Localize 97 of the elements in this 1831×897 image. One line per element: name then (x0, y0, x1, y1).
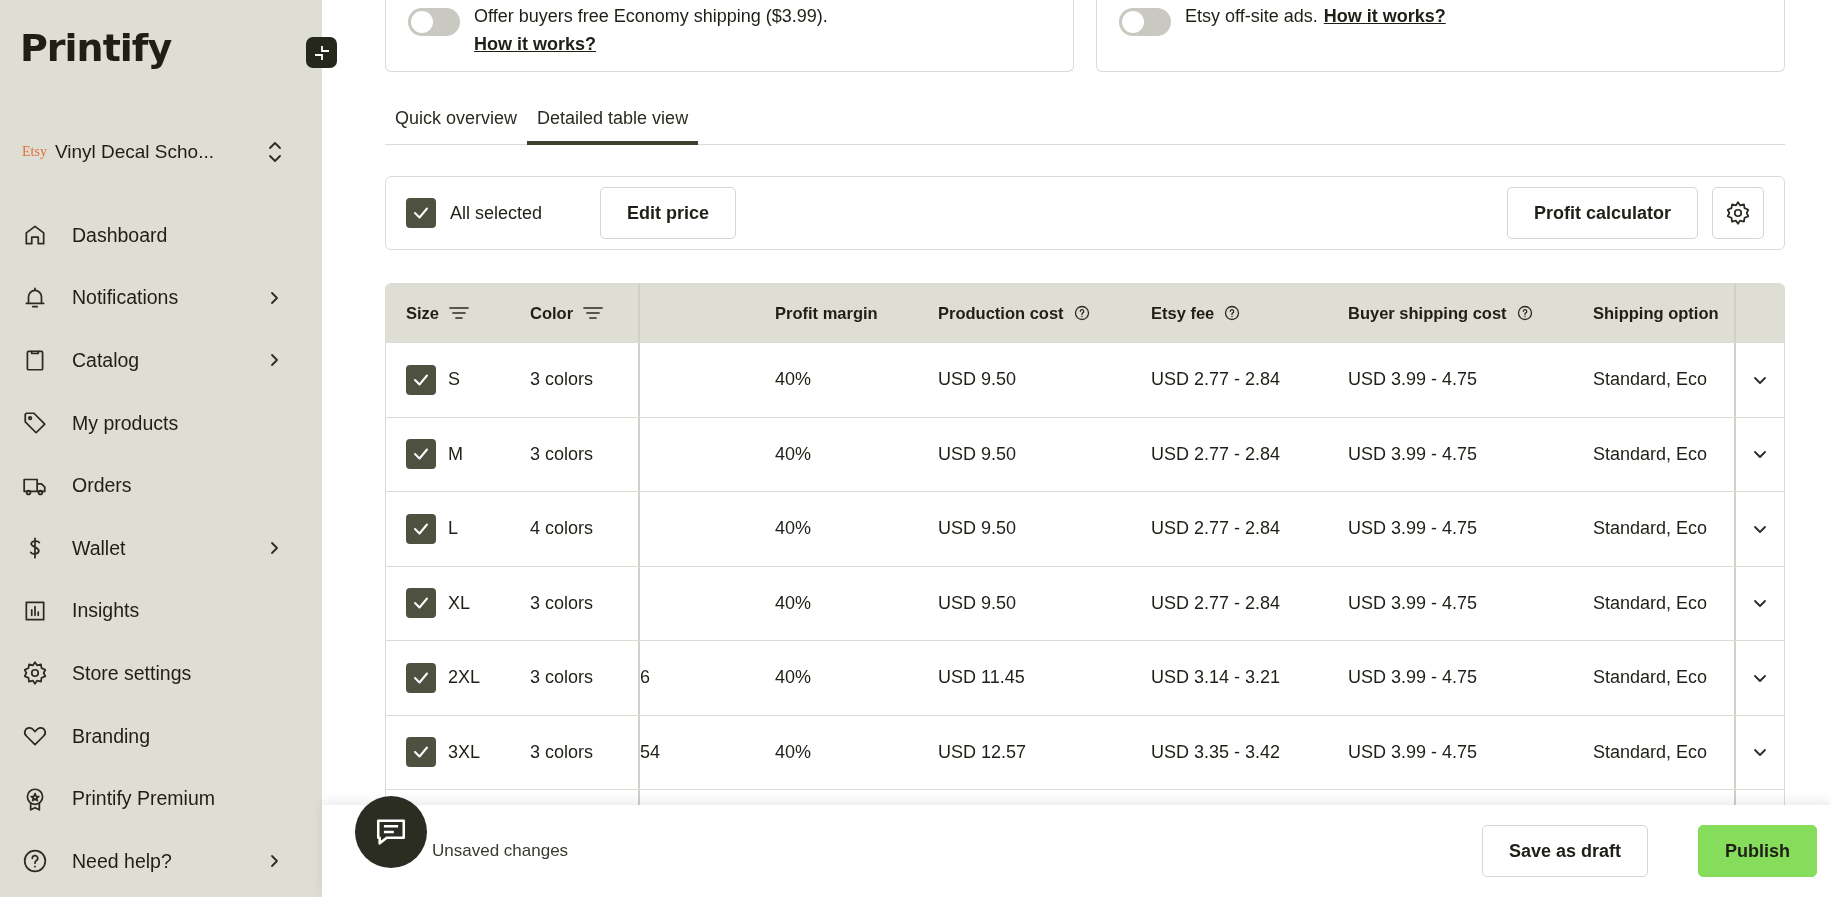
table-cell: L (448, 518, 458, 540)
nav-item[interactable]: Printify Premium (72, 787, 282, 811)
settings-icon (1725, 200, 1751, 226)
column-header: Buyer shipping cost (1348, 303, 1507, 323)
table-cell: USD 2.77 - 2.84 (1151, 518, 1281, 540)
help-icon (1073, 305, 1090, 321)
publish-button[interactable]: Publish (1698, 825, 1817, 877)
checkbox[interactable] (406, 662, 436, 693)
column-header: Profit margin (775, 303, 878, 323)
table-cell: 3 colors (530, 369, 594, 391)
table-cell: 40% (775, 443, 812, 465)
profit-calculator-button[interactable]: Profit calculator (1506, 187, 1698, 239)
nav-item[interactable]: Catalog (72, 349, 266, 372)
edit-price-button[interactable]: Edit price (600, 187, 737, 239)
table-cell: USD 12.57 (938, 741, 1027, 763)
table-cell: S (448, 369, 460, 391)
table-cell: USD 9.50 (938, 592, 1017, 614)
table-cell: USD 3.99 - 4.75 (1348, 741, 1478, 763)
table-cell: 6 (640, 667, 650, 689)
table-cell: 40% (775, 369, 812, 391)
table-cell: 3 colors (530, 667, 594, 689)
table-cell: USD 9.50 (938, 369, 1017, 391)
table-cell: USD 3.99 - 4.75 (1348, 369, 1478, 391)
how-it-works-link[interactable]: How it works? (1323, 2, 1446, 30)
table-cell: USD 11.45 (938, 667, 1025, 689)
table-cell: 40% (775, 741, 812, 763)
table-cell: Standard, Eco (1593, 741, 1708, 763)
table-cell: 40% (775, 667, 812, 689)
table-cell: 4 colors (530, 518, 594, 540)
help-icon (1224, 305, 1241, 321)
column-header: Size (406, 303, 440, 323)
nav-item[interactable]: Notifications (72, 286, 266, 310)
nav-item[interactable]: Dashboard (72, 223, 282, 247)
table-cell: Standard, Eco (1593, 369, 1708, 391)
table-cell: USD 3.99 - 4.75 (1348, 518, 1478, 540)
table-cell: Standard, Eco (1593, 518, 1708, 540)
checkbox[interactable] (406, 198, 436, 228)
table-cell: Standard, Eco (1593, 667, 1708, 689)
table-cell: USD 2.77 - 2.84 (1151, 592, 1281, 614)
column-header: Etsy fee (1151, 303, 1215, 323)
table-cell: USD 9.50 (938, 518, 1017, 540)
setting-text: Offer buyers free Economy shipping ($3.99). (474, 5, 828, 28)
table-cell: XL (448, 592, 471, 614)
select-all-label: All selected (450, 202, 543, 224)
table-cell: USD 2.77 - 2.84 (1151, 369, 1281, 391)
tab[interactable]: Quick overview (385, 100, 528, 145)
settings-icon[interactable] (22, 660, 48, 687)
table-cell: 3 colors (530, 443, 594, 465)
collapse-icon[interactable] (306, 37, 337, 68)
table-cell: USD 9.50 (938, 443, 1017, 465)
filter-icon[interactable] (449, 306, 470, 320)
settings-button[interactable] (1712, 187, 1764, 239)
column-header: Production cost (938, 303, 1064, 323)
help-icon[interactable] (22, 848, 48, 875)
nav-item[interactable]: Orders (72, 474, 282, 498)
checkbox[interactable] (406, 737, 436, 768)
tab[interactable]: Detailed table view (527, 100, 699, 145)
table-cell: 40% (775, 592, 812, 614)
column-header: Color (530, 303, 574, 323)
nav-item[interactable]: Store settings (72, 661, 282, 685)
table-cell: Standard, Eco (1593, 443, 1708, 465)
checkbox[interactable] (406, 588, 436, 619)
nav-item[interactable]: Branding (72, 724, 282, 748)
how-it-works-link[interactable]: How it works? (474, 30, 828, 58)
table-cell: USD 3.35 - 3.42 (1151, 741, 1281, 763)
nav-item[interactable]: My products (72, 411, 282, 435)
table-cell: USD 2.77 - 2.84 (1151, 443, 1281, 465)
table-cell: M (448, 443, 463, 465)
table-cell: 3 colors (530, 592, 594, 614)
status-text: Unsaved changes (432, 841, 570, 861)
table-cell: USD 3.99 - 4.75 (1348, 592, 1478, 614)
nav-item[interactable]: Insights (72, 599, 282, 623)
toggle-switch[interactable] (1119, 8, 1171, 36)
store-name[interactable]: Vinyl Decal Scho... (54, 141, 268, 163)
filter-icon[interactable] (583, 306, 604, 320)
logo[interactable]: Printify (20, 26, 172, 70)
help-icon (1516, 305, 1533, 321)
platform-label: Etsy (22, 144, 47, 160)
checkbox[interactable] (406, 513, 436, 544)
table-cell: 2XL (448, 667, 481, 689)
column-header: Shipping option (1593, 303, 1719, 323)
table-cell: Standard, Eco (1593, 592, 1708, 614)
table-cell: 54 (640, 741, 661, 763)
table-cell: 3 colors (530, 741, 594, 763)
checkbox[interactable] (406, 364, 436, 395)
table-cell: 40% (775, 518, 812, 540)
setting-text: Etsy off-site ads. (1185, 5, 1318, 28)
save-draft-button[interactable]: Save as draft (1481, 825, 1648, 877)
toggle-switch[interactable] (408, 8, 460, 36)
nav-item[interactable]: Need help? (72, 849, 266, 873)
table-cell: USD 3.14 - 3.21 (1151, 667, 1281, 689)
table-cell: USD 3.99 - 4.75 (1348, 667, 1478, 689)
switch-store-icon[interactable] (268, 140, 282, 164)
checkbox[interactable] (406, 439, 436, 470)
table-cell: 3XL (448, 741, 481, 763)
table-cell: USD 3.99 - 4.75 (1348, 443, 1478, 465)
nav-item[interactable]: Wallet (72, 536, 266, 560)
